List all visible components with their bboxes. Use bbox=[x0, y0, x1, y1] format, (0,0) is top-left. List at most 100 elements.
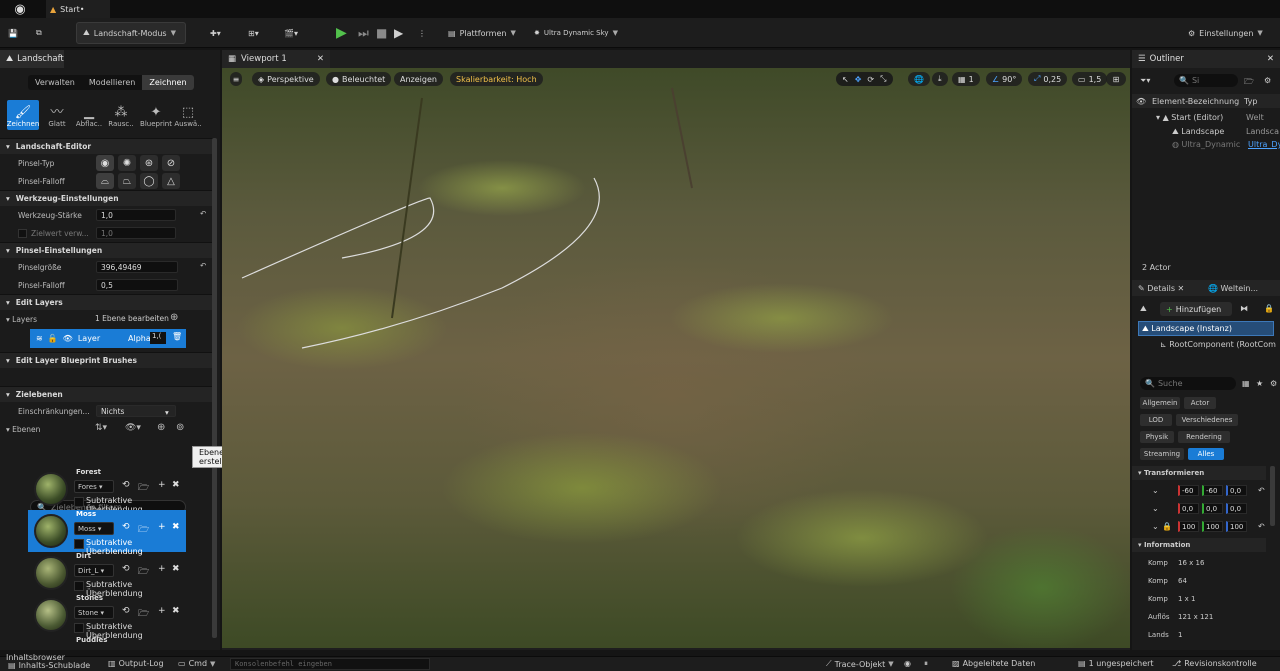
more-options-icon[interactable]: ⋮ bbox=[418, 22, 426, 44]
unreal-logo-icon[interactable]: ◉ bbox=[8, 0, 32, 18]
add-actor-icon[interactable]: ✚▾ bbox=[210, 22, 221, 44]
use-asset-icon[interactable]: ⟲ bbox=[122, 480, 130, 490]
filter-chip-lod[interactable]: LOD bbox=[1140, 414, 1172, 426]
tool-paint[interactable]: 🖌 Zeichnen bbox=[7, 100, 39, 130]
delete-layer-icon[interactable]: 🗑 bbox=[172, 332, 182, 341]
rotation-z[interactable]: 0,0 bbox=[1226, 503, 1247, 514]
unsaved-button[interactable]: ▤ 1 ungespeichert bbox=[1078, 659, 1154, 668]
filter-chip-rendering[interactable]: Rendering bbox=[1178, 431, 1230, 443]
outliner-row-type-link[interactable]: Ultra_Dy bbox=[1248, 140, 1280, 149]
scale-icon[interactable]: ⤡ bbox=[880, 74, 886, 84]
browse-asset-icon[interactable]: 🗁 bbox=[138, 606, 149, 622]
target-layer-moss[interactable]: Moss Moss ▾ ⟲ 🗁 + ✖ Subtraktive Überblendun… bbox=[28, 510, 186, 556]
outliner-col-label[interactable]: Element-Bezeichnung bbox=[1152, 97, 1239, 106]
clear-icon[interactable]: ✖ bbox=[172, 564, 180, 574]
create-from-materials-icon[interactable]: ⊚ bbox=[176, 422, 184, 433]
surface-snap-icon[interactable]: ⤓ bbox=[932, 72, 948, 86]
target-layer-dirt[interactable]: Dirt Dirt_L ▾ ⟲ 🗁 + ✖ Subtraktive Überblend… bbox=[28, 552, 186, 598]
property-matrix-icon[interactable]: ▦ bbox=[1242, 379, 1250, 388]
pause-button[interactable]: ⏸ bbox=[924, 659, 928, 669]
filter-chip-actor[interactable]: Actor bbox=[1184, 397, 1216, 409]
close-icon[interactable]: ✕ bbox=[317, 54, 324, 64]
world-settings-tab[interactable]: 🌐 Weltein... bbox=[1208, 284, 1258, 293]
record-button[interactable]: ◉ bbox=[904, 659, 911, 668]
layer-alpha-field[interactable]: 1,( bbox=[150, 332, 166, 344]
segment-sculpt[interactable]: Modellieren bbox=[82, 75, 143, 90]
level-tab[interactable]: ▲ Start• bbox=[46, 0, 110, 18]
section-tool-settings[interactable]: ▾ Werkzeug-Einstellungen bbox=[0, 190, 214, 206]
layer-info-dropdown[interactable]: Stone ▾ bbox=[74, 606, 114, 619]
scalability-warning[interactable]: Skalierbarkeit: Hoch bbox=[450, 72, 543, 86]
add-target-layer-icon[interactable]: ⊕ bbox=[157, 422, 165, 433]
clear-icon[interactable]: ✖ bbox=[172, 606, 180, 616]
section-edit-layer-bp[interactable]: ▾ Edit Layer Blueprint Brushes bbox=[0, 352, 214, 368]
sky-menu[interactable]: ✸ Ultra Dynamic Sky ▼ bbox=[534, 22, 618, 44]
tool-blueprint[interactable]: ✦ Blueprint bbox=[140, 100, 172, 130]
root-component[interactable]: ⊾ RootComponent (RootCom bbox=[1160, 340, 1276, 349]
reset-icon[interactable]: ↶ bbox=[200, 209, 206, 218]
move-icon[interactable]: ✥ bbox=[855, 75, 862, 84]
reset-icon[interactable]: ↶ bbox=[1258, 486, 1265, 495]
subtractive-checkbox[interactable] bbox=[74, 497, 84, 507]
layer-info-dropdown[interactable]: Fores ▾ bbox=[74, 480, 114, 493]
details-scrollbar[interactable] bbox=[1270, 466, 1275, 526]
filter-chip-misc[interactable]: Verschiedenes bbox=[1176, 414, 1238, 426]
section-target-layers[interactable]: ▾ Zielebenen bbox=[0, 386, 214, 402]
target-value-field[interactable]: 1,0 bbox=[96, 227, 176, 239]
eject-button[interactable]: ▶ bbox=[394, 22, 403, 44]
revision-control-button[interactable]: ⎇ Revisionskontrolle bbox=[1172, 659, 1257, 668]
alpha-brush-icon[interactable]: ✺ bbox=[118, 155, 136, 171]
browse-asset-icon[interactable]: 🗁 bbox=[138, 522, 149, 538]
details-settings-icon[interactable]: ⚙ bbox=[1270, 379, 1277, 388]
circle-brush-icon[interactable]: ◉ bbox=[96, 155, 114, 171]
tool-strength-field[interactable]: 1,0 bbox=[96, 209, 176, 221]
save-icon[interactable]: 💾 bbox=[8, 22, 18, 44]
lock-icon[interactable]: 🔓 bbox=[48, 334, 58, 343]
platforms-menu[interactable]: ▤ Plattformen ▼ bbox=[448, 22, 516, 44]
use-asset-icon[interactable]: ⟲ bbox=[122, 564, 130, 574]
stop-button[interactable]: ■ bbox=[376, 22, 387, 44]
output-log-button[interactable]: ▥ Output-Log bbox=[108, 659, 164, 668]
console-input[interactable]: Konsolenbefehl eingeben bbox=[230, 658, 430, 670]
add-icon[interactable]: + bbox=[158, 480, 166, 490]
outliner-tab[interactable]: ☰ Outliner ✕ bbox=[1132, 50, 1280, 68]
details-search[interactable]: 🔍 Suche bbox=[1140, 377, 1236, 390]
favorite-star-icon[interactable]: ★ bbox=[1256, 379, 1263, 388]
angle-snap[interactable]: ∠ 90° bbox=[986, 72, 1023, 86]
visibility-icon[interactable]: 👁▾ bbox=[125, 423, 141, 433]
rotate-icon[interactable]: ⟳ bbox=[867, 75, 874, 84]
target-layer-forest[interactable]: Forest Fores ▾ ⟲🗁+✖ Subtraktive Überblen… bbox=[28, 468, 186, 514]
reset-icon[interactable]: ↶ bbox=[1258, 522, 1265, 531]
filter-chip-streaming[interactable]: Streaming bbox=[1140, 448, 1184, 460]
select-arrow-icon[interactable]: ↖ bbox=[842, 75, 849, 84]
sort-icon[interactable]: ⇅▾ bbox=[95, 423, 107, 433]
outliner-search[interactable]: 🔍 Si bbox=[1174, 74, 1238, 87]
section-landscape-editor[interactable]: ▾ Landschaft-Editor bbox=[0, 138, 214, 154]
spherical-falloff-icon[interactable]: ◯ bbox=[140, 173, 158, 189]
filter-chip-physics[interactable]: Physik bbox=[1140, 431, 1174, 443]
show-button[interactable]: Anzeigen bbox=[394, 72, 443, 86]
scale-dropdown[interactable]: ⌄ bbox=[1152, 522, 1159, 531]
world-local-icon[interactable]: 🌐 bbox=[908, 72, 930, 86]
linear-falloff-icon[interactable]: ⏢ bbox=[118, 173, 136, 189]
viewport-menu-icon[interactable]: ≡ bbox=[230, 72, 242, 86]
section-edit-layers[interactable]: ▾ Edit Layers bbox=[0, 294, 214, 310]
add-icon[interactable]: + bbox=[158, 606, 166, 616]
clear-icon[interactable]: ✖ bbox=[172, 522, 180, 532]
filter-chip-all[interactable]: Alles bbox=[1188, 448, 1224, 460]
lit-button[interactable]: ● Beleuchtet bbox=[326, 72, 392, 86]
eye-icon[interactable]: 👁 bbox=[63, 334, 73, 343]
close-icon[interactable]: ✕ bbox=[1267, 54, 1274, 64]
outliner-row-world[interactable]: ▾ ▲ Start (Editor) bbox=[1156, 113, 1223, 122]
add-folder-icon[interactable]: 🗁 bbox=[1244, 76, 1254, 90]
viewport-scene[interactable]: ≡ ◈ Perspektive ● Beleuchtet Anzeigen Skal… bbox=[222, 68, 1130, 648]
add-component-button[interactable]: + Hinzufügen bbox=[1160, 302, 1232, 316]
outliner-settings-icon[interactable]: ⚙ bbox=[1264, 76, 1271, 85]
scale-snap[interactable]: ⤢ 0,25 bbox=[1028, 72, 1068, 86]
cinematics-icon[interactable]: 🎬▾ bbox=[284, 22, 298, 44]
use-asset-icon[interactable]: ⟲ bbox=[122, 606, 130, 616]
scale-lock-icon[interactable]: 🔒 bbox=[1162, 522, 1172, 531]
target-value-checkbox[interactable] bbox=[18, 228, 27, 238]
derived-data-button[interactable]: ▨ Abgeleitete Daten bbox=[952, 659, 1035, 668]
scale-z[interactable]: 100 bbox=[1226, 521, 1247, 532]
